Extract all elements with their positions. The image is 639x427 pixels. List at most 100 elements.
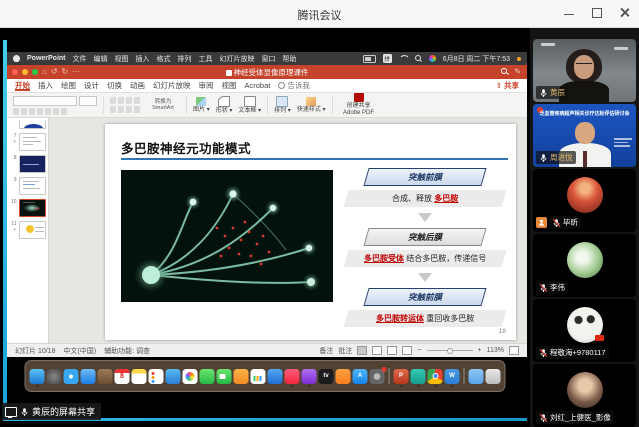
dock-pages-icon[interactable] [234,369,249,384]
tab-slideshow[interactable]: 幻灯片放映 [153,80,191,91]
zoom-in-icon[interactable]: + [478,347,482,354]
zoom-level[interactable]: 113% [487,347,504,354]
slide-10[interactable]: 多巴胺神经元功能模式 [105,124,516,340]
slide-editing-canvas[interactable]: 多巴胺神经元功能模式 [49,118,527,343]
font-style-buttons[interactable] [13,108,97,115]
slide-thumbnail-11[interactable] [19,221,46,239]
apple-menu-icon[interactable] [13,55,20,62]
language-indicator[interactable]: 中文(中国) [63,346,96,356]
slide-thumbnail-10-selected[interactable] [19,199,46,217]
dock-facetime-icon[interactable] [217,369,232,384]
slide-title[interactable]: 多巴胺神经元功能模式 [121,138,251,157]
flow-body-3[interactable]: 多巴胺转运体 重回收多巴胺 [344,310,507,327]
menu-item-insert[interactable]: 插入 [136,54,150,64]
slide-sorter-view-icon[interactable] [372,346,382,355]
quick-styles-button[interactable]: 快速样式 ▾ [297,97,326,113]
slide-thumbnail-8[interactable] [19,155,46,173]
input-method-indicator[interactable]: 拼 [383,54,392,63]
slideshow-view-icon[interactable] [402,346,412,355]
fit-slide-icon[interactable] [509,346,519,355]
menu-item-arrange[interactable]: 排列 [178,54,192,64]
maximize-icon[interactable] [591,6,603,18]
dock-trash-icon[interactable] [486,369,501,384]
slide-thumbnail-7[interactable] [19,133,46,151]
participant-tile-bixin[interactable]: 毕昕 [533,169,636,232]
dock-safari-icon[interactable] [64,369,79,384]
ppt-search-icon[interactable] [501,68,508,75]
dock-launchpad-icon[interactable] [47,369,62,384]
tab-animations[interactable]: 动画 [130,80,145,91]
dock-chrome-icon[interactable] [428,369,443,384]
dock-powerpoint-icon[interactable]: P [394,369,409,384]
tab-review[interactable]: 审阅 [199,80,214,91]
dock-weather-icon[interactable] [166,369,181,384]
dock-music-icon[interactable] [285,369,300,384]
tell-me-button[interactable]: 告诉我 [278,80,310,91]
tab-home[interactable]: 开始 [15,80,30,91]
flow-header-3[interactable]: 突触前膜 [363,288,486,306]
comments-button[interactable]: 批注 [338,346,352,356]
slide-thumbnail-6[interactable] [19,120,46,129]
zoom-out-icon[interactable]: − [417,347,421,354]
participant-tile-huangchen[interactable]: 黄辰 [533,39,636,102]
dock-downloads-folder-icon[interactable] [469,369,484,384]
participant-tile-zhoujinyue[interactable]: 泛血管疾病超声相关诊疗达标评估研讨会 周进悦 [533,104,636,167]
edit-pencil-icon[interactable]: ✎ [514,68,521,76]
participant-tile-liwei[interactable]: 李伟 [533,234,636,297]
adobe-pdf-button[interactable]: 创建共享 Adobe PDF [339,93,379,117]
dock-finder-icon[interactable] [30,369,45,384]
minimize-icon[interactable] [563,6,575,18]
flow-header-1[interactable]: 突触前膜 [363,168,486,186]
dock-books-icon[interactable] [336,369,351,384]
neuron-image[interactable] [121,170,333,302]
dock-reminders-icon[interactable] [149,369,164,384]
menu-item-edit[interactable]: 编辑 [94,54,108,64]
dock-photos-icon[interactable] [183,369,198,384]
flow-body-1[interactable]: 合成、释放 多巴胺 [344,190,507,207]
spotlight-search-icon[interactable] [415,55,422,62]
menu-item-window[interactable]: 窗口 [262,54,276,64]
dock-word-icon[interactable]: W [445,369,460,384]
accessibility-checker[interactable]: 辅助功能: 调查 [104,346,150,356]
dock-notes-icon[interactable] [132,369,147,384]
share-button[interactable]: ⇧共享 [496,80,519,91]
dock-app-store-icon[interactable]: A [353,369,368,384]
font-size-combobox[interactable] [79,96,97,106]
battery-icon[interactable] [363,55,376,63]
tab-design[interactable]: 设计 [84,80,99,91]
textbox-button[interactable]: 文本框 ▾ [238,96,261,114]
menu-item-file[interactable]: 文件 [73,54,87,64]
menu-item-format[interactable]: 格式 [157,54,171,64]
dock-numbers-icon[interactable] [251,369,266,384]
picture-button[interactable]: 图片 ▾ [193,97,210,113]
tab-acrobat[interactable]: Acrobat [245,81,271,90]
tab-transitions[interactable]: 切换 [107,80,122,91]
smartart-button[interactable]: 转换为SmartArt [146,99,180,112]
dock-meeting-app-icon[interactable] [411,369,426,384]
reading-view-icon[interactable] [387,346,397,355]
tab-insert[interactable]: 插入 [38,80,53,91]
align-buttons[interactable] [110,106,140,113]
notes-button[interactable]: 备注 [319,346,333,356]
flow-header-2[interactable]: 突触后膜 [363,228,486,246]
arrange-button[interactable]: 排列 ▾ [274,96,291,114]
dock-mail-icon[interactable] [81,369,96,384]
dock-photo-booth-icon[interactable] [98,369,113,384]
participant-tile-liuhong[interactable]: 刘红_上健医_影像 [533,364,636,427]
siri-icon[interactable] [429,55,436,62]
shapes-button[interactable]: 形状 ▾ [216,96,233,114]
dock-apple-tv-icon[interactable]: tv [319,369,334,384]
tab-draw[interactable]: 绘图 [61,80,76,91]
participant-tile-chengjinghai[interactable]: 程敬海+9780117 [533,299,636,362]
menu-app-name[interactable]: PowerPoint [27,55,66,62]
dock-calendar-icon[interactable]: 8 [115,369,130,384]
dock-messages-icon[interactable] [200,369,215,384]
menu-item-tools[interactable]: 工具 [199,54,213,64]
slide-thumbnail-panel[interactable]: 7✶ 8 9 10 11✶ [7,118,49,343]
dock-keynote-icon[interactable] [268,369,283,384]
menu-item-view[interactable]: 视图 [115,54,129,64]
font-name-combobox[interactable] [13,96,77,106]
dock-system-settings-icon[interactable] [370,369,385,384]
zoom-slider[interactable] [427,350,473,351]
list-buttons[interactable] [110,97,140,104]
